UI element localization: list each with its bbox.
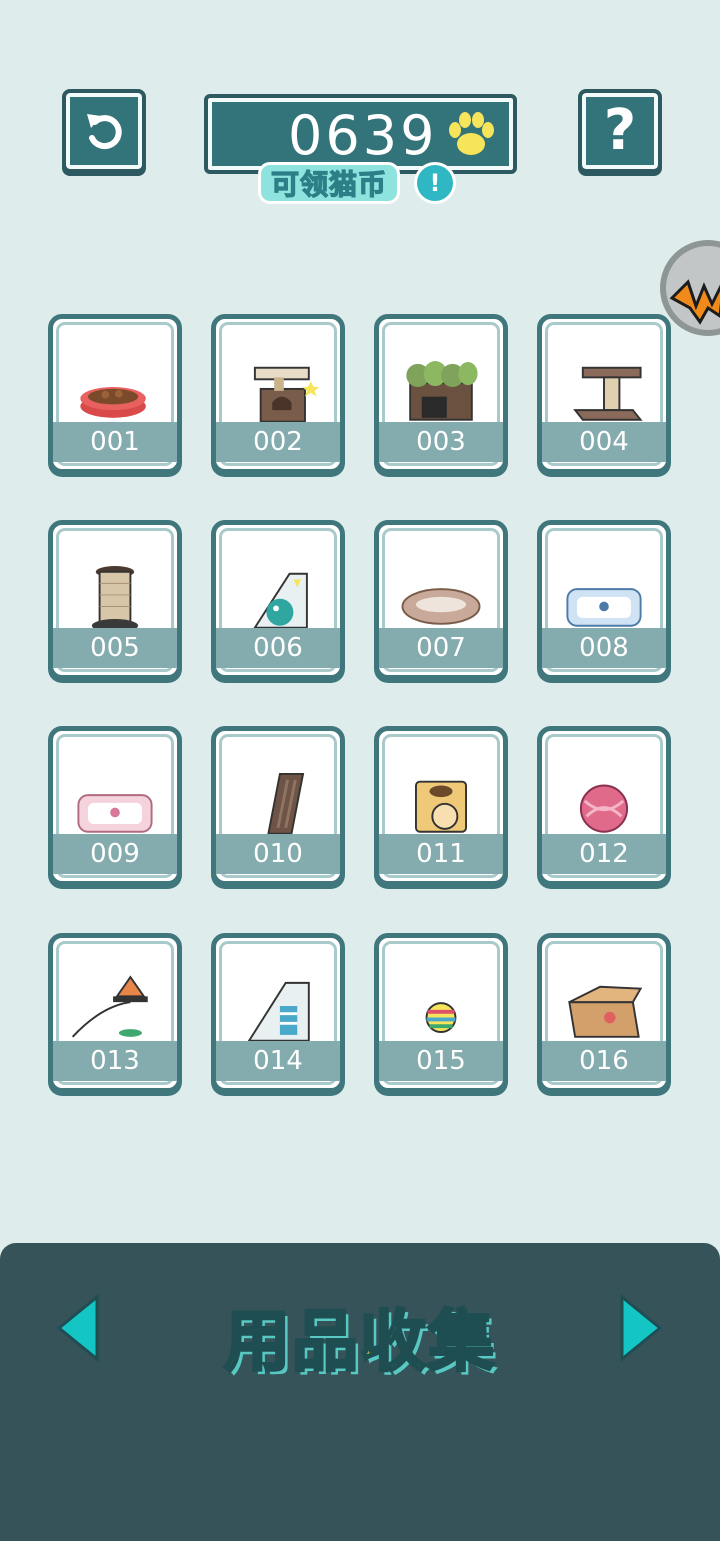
w-logo-icon	[669, 279, 720, 325]
item-number: 005	[53, 628, 177, 668]
help-button[interactable]: ?	[578, 89, 662, 173]
item-number: 002	[216, 422, 340, 462]
item-card-014[interactable]: 014	[211, 933, 345, 1093]
item-card-006[interactable]: 006	[211, 520, 345, 680]
item-card-004[interactable]: 004	[537, 314, 671, 474]
item-number: 008	[542, 628, 666, 668]
paw-icon	[449, 112, 494, 155]
back-button[interactable]	[62, 89, 146, 173]
next-arrow-icon[interactable]	[618, 1293, 664, 1363]
item-card-005[interactable]: 005	[48, 520, 182, 680]
item-number: 014	[216, 1041, 340, 1081]
item-number: 016	[542, 1041, 666, 1081]
item-number: 010	[216, 834, 340, 874]
item-card-011[interactable]: 011	[374, 726, 508, 886]
item-number: 003	[379, 422, 503, 462]
item-number: 004	[542, 422, 666, 462]
item-number: 013	[53, 1041, 177, 1081]
claimable-coins-label[interactable]: 可领猫币	[258, 162, 401, 204]
info-icon[interactable]: !	[414, 162, 456, 204]
item-number: 006	[216, 628, 340, 668]
undo-icon	[87, 114, 122, 150]
item-card-002[interactable]: 002	[211, 314, 345, 474]
prev-arrow-icon[interactable]	[55, 1293, 101, 1363]
item-card-016[interactable]: 016	[537, 933, 671, 1093]
item-card-007[interactable]: 007	[374, 520, 508, 680]
item-card-010[interactable]: 010	[211, 726, 345, 886]
collection-title: 用品收集	[223, 1302, 496, 1382]
coin-count: 0639	[288, 104, 438, 167]
item-number: 012	[542, 834, 666, 874]
item-card-001[interactable]: 001	[48, 314, 182, 474]
item-number: 015	[379, 1041, 503, 1081]
item-card-015[interactable]: 015	[374, 933, 508, 1093]
item-number: 007	[379, 628, 503, 668]
item-number: 001	[53, 422, 177, 462]
item-card-003[interactable]: 003	[374, 314, 508, 474]
item-card-013[interactable]: 013	[48, 933, 182, 1093]
question-icon: ?	[603, 98, 637, 163]
item-card-009[interactable]: 009	[48, 726, 182, 886]
item-card-012[interactable]: 012	[537, 726, 671, 886]
item-number: 011	[379, 834, 503, 874]
item-card-008[interactable]: 008	[537, 520, 671, 680]
item-number: 009	[53, 834, 177, 874]
